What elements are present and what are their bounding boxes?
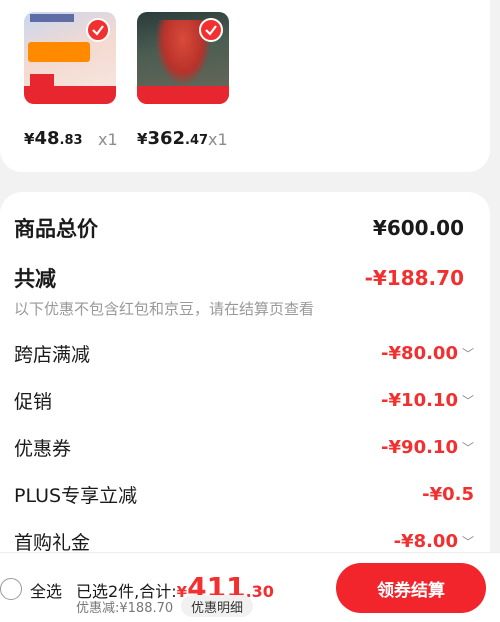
product-qty-1: x1 <box>98 130 118 149</box>
product-qty-2: x1 <box>208 130 228 149</box>
check-icon[interactable] <box>86 18 110 42</box>
promo-banner <box>137 86 229 104</box>
total-reduce-label: 共减 <box>14 267 56 291</box>
checkout-button[interactable]: 领券结算 <box>336 563 486 613</box>
total-price-value: ¥600.00 <box>372 216 464 240</box>
select-all-label[interactable]: 全选 <box>30 578 62 602</box>
chevron-down-icon: ﹀ <box>461 534 474 549</box>
total-reduce-row: 共减 -¥188.70 <box>14 263 464 293</box>
product-image-1[interactable] <box>24 12 116 104</box>
discount-row-cross-store[interactable]: 跨店满减 -¥80.00 ﹀ <box>14 338 474 368</box>
product-image-2[interactable] <box>137 12 229 104</box>
discount-row-coupon[interactable]: 优惠券 -¥90.10 ﹀ <box>14 432 474 462</box>
total-price-row: 商品总价 ¥600.00 <box>14 213 464 243</box>
chevron-down-icon: ﹀ <box>461 346 474 361</box>
total-price-label: 商品总价 <box>14 217 98 241</box>
chevron-down-icon: ﹀ <box>461 393 474 408</box>
select-all-radio[interactable] <box>0 578 22 600</box>
discount-detail-button[interactable]: 优惠明细 <box>181 595 254 617</box>
discount-note: 以下优惠不包含红包和京豆，请在结算页查看 <box>14 300 315 318</box>
total-reduce-value: -¥188.70 <box>364 266 464 290</box>
checkout-bar: 全选 已选2件,合计:¥411.30 优惠减:¥188.70 优惠明细 领券结算 <box>0 552 500 622</box>
product-price-2: ¥362.47 <box>137 128 209 149</box>
cart-items-card: ¥48.83 x1 ¥362.47 x1 <box>0 0 490 172</box>
brand-logo-strip <box>30 14 74 22</box>
promo-tag <box>28 42 90 62</box>
discount-row-plus: PLUS专享立减 -¥0.5 <box>14 483 474 507</box>
chevron-down-icon: ﹀ <box>461 440 474 455</box>
discount-row-promotion[interactable]: 促销 -¥10.10 ﹀ <box>14 385 474 415</box>
check-icon[interactable] <box>199 18 223 42</box>
product-price-1: ¥48.83 <box>24 128 83 149</box>
discount-total-text: 优惠减:¥188.70 <box>76 601 174 616</box>
promo-banner <box>24 86 116 104</box>
